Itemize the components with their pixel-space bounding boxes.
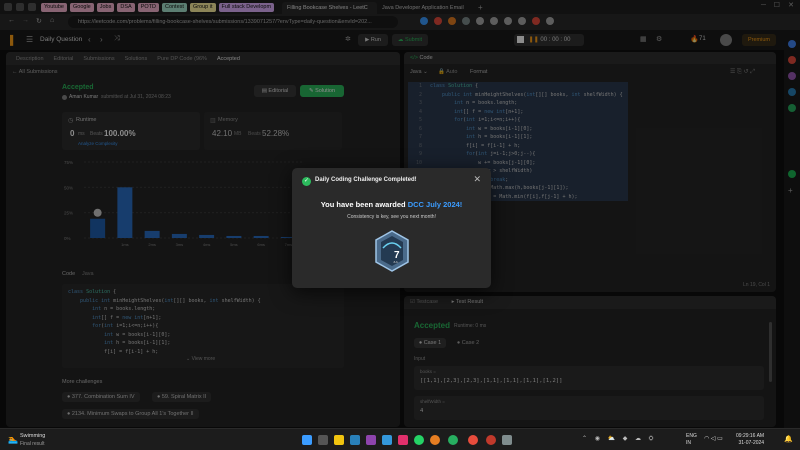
taskbar-vscode-icon[interactable]: [382, 435, 392, 445]
award-text: You have been awarded DCC July 2024!: [320, 200, 463, 209]
taskbar-app-icon[interactable]: [366, 435, 376, 445]
taskbar-edge-icon[interactable]: [350, 435, 360, 445]
taskbar-chrome2-icon[interactable]: [448, 435, 458, 445]
tray-icons[interactable]: ⌃ ◉ ⛅ ◆ ☁ ⛭: [582, 435, 656, 443]
weather-icon[interactable]: 🏊: [8, 435, 18, 444]
taskbar-opera-icon[interactable]: [468, 435, 478, 445]
taskbar-whatsapp-icon[interactable]: [414, 435, 424, 445]
modal-subtitle: Consistency is key, see you next month!: [347, 214, 436, 220]
start-icon[interactable]: [302, 435, 312, 445]
challenge-modal: ✓ Daily Coding Challenge Completed! ✕ Yo…: [292, 168, 491, 288]
taskbar: 🏊 Swimming Final result ⌃ ◉ ⛅ ◆ ☁ ⛭ ENG I…: [0, 428, 800, 450]
award-badge-name: DCC July 2024!: [407, 200, 463, 209]
lang-indicator[interactable]: ENG IN: [686, 433, 697, 447]
weather-title[interactable]: Swimming: [20, 433, 45, 439]
modal-close-icon[interactable]: ✕: [473, 174, 481, 185]
taskbar-app2-icon[interactable]: [502, 435, 512, 445]
taskbar-chrome-icon[interactable]: [430, 435, 440, 445]
wifi-icon[interactable]: ◠ ◁ ▭: [704, 435, 723, 442]
weather-sub: Final result: [20, 441, 45, 447]
clock[interactable]: 09:29:16 AM 31-07-2024: [736, 433, 764, 447]
taskbar-files-icon[interactable]: [334, 435, 344, 445]
dcc-badge-icon: 7 JUL: [375, 230, 409, 272]
taskbar-instagram-icon[interactable]: [398, 435, 408, 445]
notification-icon[interactable]: 🔔: [784, 435, 793, 443]
badge-month: JUL: [393, 260, 399, 264]
check-icon: ✓: [302, 177, 311, 186]
taskbar-search-icon[interactable]: [318, 435, 328, 445]
modal-title: Daily Coding Challenge Completed!: [315, 177, 417, 183]
taskbar-opera2-icon[interactable]: [486, 435, 496, 445]
